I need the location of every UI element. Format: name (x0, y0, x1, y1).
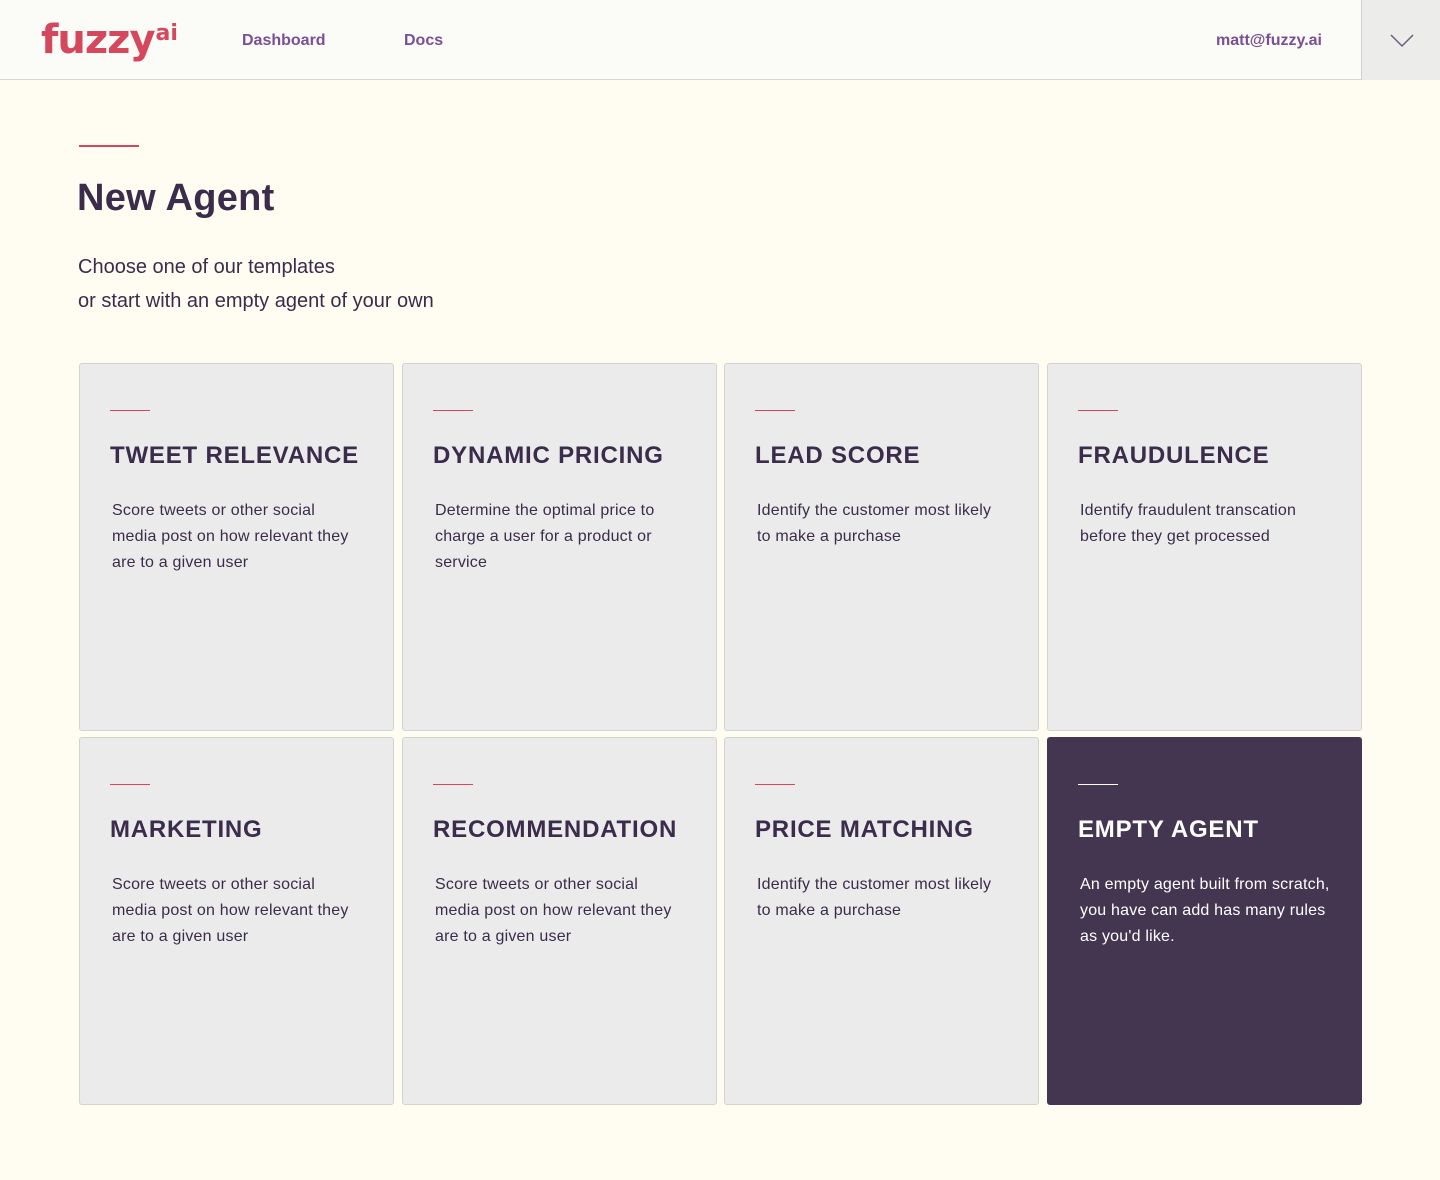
fuzzy-ai-logo[interactable]: fuzzyai (41, 12, 178, 68)
card-description: Score tweets or other social media post … (112, 876, 349, 945)
card-title: EMPTY AGENT (1078, 816, 1259, 843)
card-title: MARKETING (110, 816, 263, 843)
template-card-price-matching[interactable]: PRICE MATCHING Identify the customer mos… (724, 737, 1039, 1105)
subtitle-line-1: Choose one of our templates (78, 256, 335, 278)
card-description: Identify fraudulent transcation before t… (1080, 502, 1297, 545)
card-accent-line (110, 410, 150, 411)
card-description: An empty agent built from scratch, you h… (1080, 876, 1330, 945)
card-accent-line (433, 784, 473, 785)
template-card-dynamic-pricing[interactable]: DYNAMIC PRICING Determine the optimal pr… (402, 363, 717, 731)
card-title: TWEET RELEVANCE (110, 442, 359, 469)
card-title: FRAUDULENCE (1078, 442, 1270, 469)
subtitle-line-2: or start with an empty agent of your own (78, 290, 434, 312)
card-description: Identify the customer most likely to mak… (757, 876, 992, 919)
template-card-fraudulence[interactable]: FRAUDULENCE Identify fraudulent transcat… (1047, 363, 1362, 731)
user-account-email[interactable]: matt@fuzzy.ai (1216, 30, 1322, 52)
page-subtitle: Choose one of our templates or start wit… (78, 250, 434, 318)
card-title: DYNAMIC PRICING (433, 442, 664, 469)
card-description: Score tweets or other social media post … (435, 876, 672, 945)
card-accent-line (755, 784, 795, 785)
card-accent-line (1078, 410, 1118, 411)
card-description: Determine the optimal price to charge a … (435, 502, 655, 571)
card-description: Identify the customer most likely to mak… (757, 502, 992, 545)
logo-superscript: ai (155, 21, 178, 46)
template-card-tweet-relevance[interactable]: TWEET RELEVANCE Score tweets or other so… (79, 363, 394, 731)
nav-link-docs[interactable]: Docs (404, 30, 443, 52)
template-card-lead-score[interactable]: LEAD SCORE Identify the customer most li… (724, 363, 1039, 731)
card-accent-line (110, 784, 150, 785)
card-title: LEAD SCORE (755, 442, 921, 469)
page-title: New Agent (77, 177, 275, 219)
logo-text: fuzzy (41, 17, 156, 63)
template-card-marketing[interactable]: MARKETING Score tweets or other social m… (79, 737, 394, 1105)
title-accent-line (79, 145, 139, 147)
card-description: Score tweets or other social media post … (112, 502, 349, 571)
top-navigation-bar: fuzzyai Dashboard Docs matt@fuzzy.ai (0, 0, 1440, 80)
template-card-empty-agent[interactable]: EMPTY AGENT An empty agent built from sc… (1047, 737, 1362, 1105)
account-menu-toggle[interactable] (1361, 0, 1440, 80)
template-card-recommendation[interactable]: RECOMMENDATION Score tweets or other soc… (402, 737, 717, 1105)
nav-link-dashboard[interactable]: Dashboard (242, 30, 326, 52)
template-grid: TWEET RELEVANCE Score tweets or other so… (79, 363, 1363, 1106)
card-title: PRICE MATCHING (755, 816, 974, 843)
card-accent-line (755, 410, 795, 411)
card-accent-line (433, 410, 473, 411)
card-accent-line (1078, 784, 1118, 785)
chevron-down-icon (1390, 34, 1414, 48)
card-title: RECOMMENDATION (433, 816, 678, 843)
